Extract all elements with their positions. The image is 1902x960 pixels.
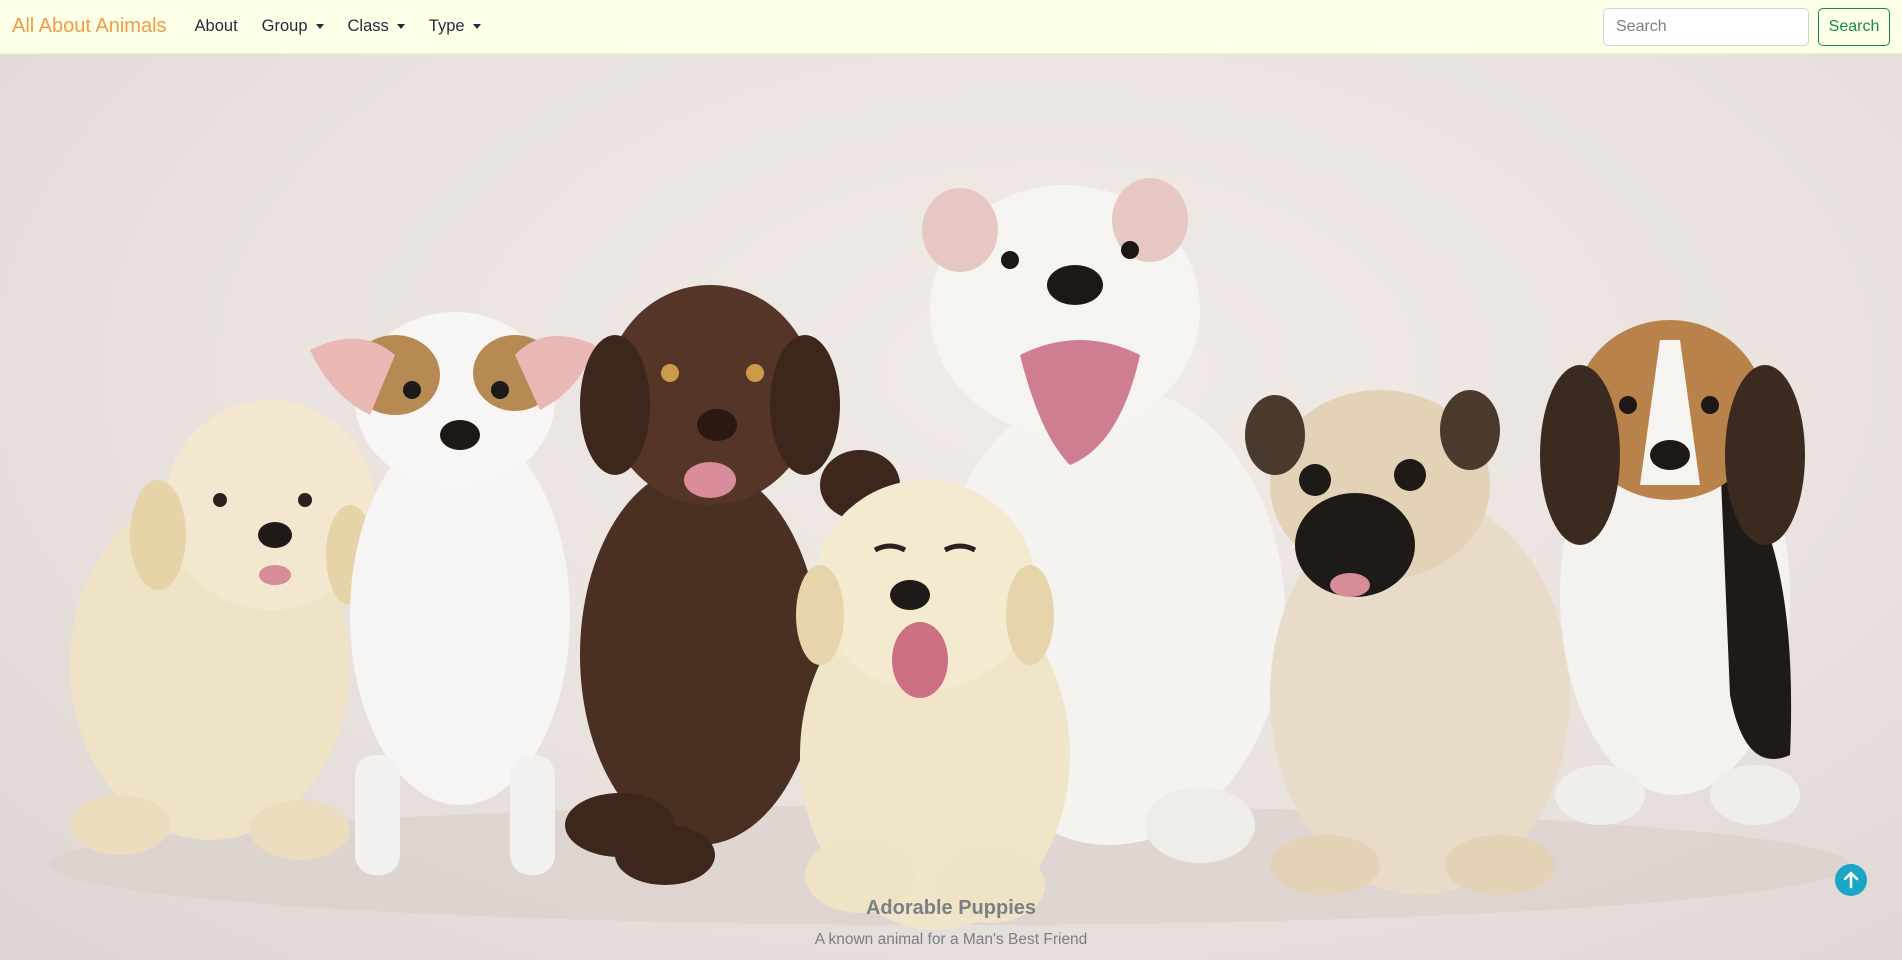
nav-about-label: About	[194, 17, 238, 35]
brand-link[interactable]: All About Animals	[12, 15, 167, 38]
carousel-caption-title: Adorable Puppies	[865, 897, 1037, 919]
search-input[interactable]	[1603, 8, 1809, 46]
nav-about[interactable]: About	[195, 17, 238, 36]
nav-class-label: Class	[347, 17, 389, 35]
arrow-up-icon	[1843, 871, 1859, 889]
nav-class-dropdown[interactable]: Class	[348, 17, 405, 36]
nav-type-label: Type	[428, 17, 465, 35]
carousel-caption-text: A known animal for a Man's Best Friend	[814, 931, 1088, 948]
puppies-image	[50, 178, 1850, 930]
nav-group-dropdown[interactable]: Group	[262, 17, 324, 36]
caret-down-icon	[472, 24, 481, 29]
search-button[interactable]: Search	[1818, 8, 1890, 46]
back-to-top-button[interactable]	[1835, 864, 1867, 896]
nav-group-label: Group	[261, 17, 308, 35]
caret-down-icon	[315, 24, 324, 29]
navbar: All About Animals About Group Class Type…	[0, 0, 1902, 54]
puppy-jack-russell	[310, 312, 595, 875]
puppy-golden-left	[70, 400, 375, 860]
nav-type-dropdown[interactable]: Type	[429, 17, 481, 36]
hero-carousel-slide: Adorable Puppies A known animal for a Ma…	[0, 55, 1902, 960]
caret-down-icon	[396, 24, 405, 29]
puppy-beagle	[1540, 320, 1805, 825]
